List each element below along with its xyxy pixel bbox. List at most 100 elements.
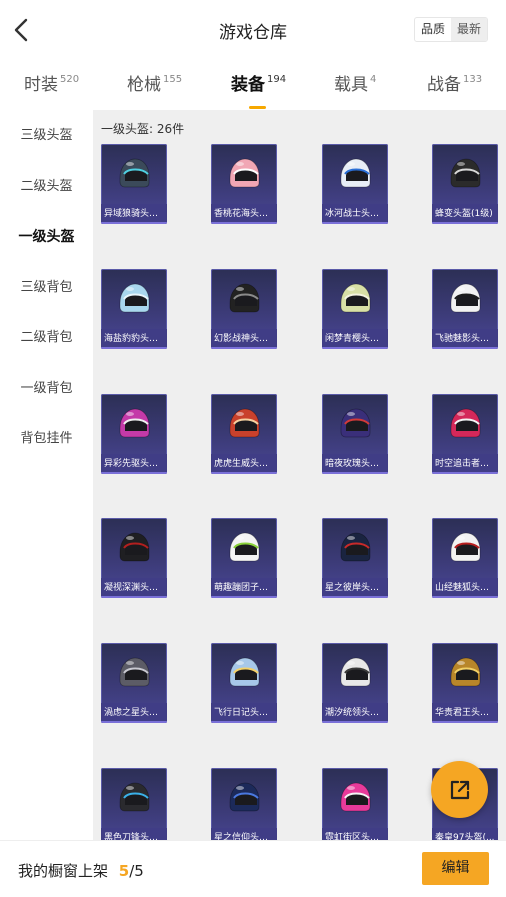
item-name: 萌趣蹦团子头... <box>211 578 277 598</box>
item-card[interactable]: 黑色刀锋头盔... <box>101 768 167 840</box>
item-card-accent <box>432 472 498 474</box>
sort-option-quality[interactable]: 品质 <box>415 18 451 41</box>
item-card[interactable]: 异彩先驱头盔... <box>101 394 167 474</box>
helmet-icon <box>119 158 150 188</box>
item-name: 霓虹街区头盔... <box>322 828 388 840</box>
item-card[interactable]: 飞行日记头盔... <box>211 643 277 723</box>
item-count-label: 一级头盔: 26件 <box>101 122 185 136</box>
helmet-icon <box>119 283 150 313</box>
item-name: 潮汐统领头盔... <box>322 703 388 723</box>
item-name: 海盐豹豹头盔... <box>101 329 167 349</box>
item-card[interactable]: 幻影战神头盔... <box>211 269 277 349</box>
edit-button[interactable]: 编辑 <box>422 852 489 885</box>
helmet-icon <box>340 158 371 188</box>
helmet-icon <box>450 657 481 687</box>
helmet-icon <box>340 657 371 687</box>
item-card[interactable]: 暗夜玫瑰头盔... <box>322 394 388 474</box>
top-bar: 游戏仓库 品质 最新 <box>0 0 506 60</box>
helmet-icon <box>119 782 150 812</box>
item-card-accent <box>211 596 277 598</box>
helmet-icon <box>229 283 260 313</box>
item-card[interactable]: 华贵君王头盔... <box>432 643 498 723</box>
item-card[interactable]: 萌趣蹦团子头... <box>211 518 277 598</box>
sidebar-item-helmet-lv1[interactable]: 一级头盔 <box>0 212 93 263</box>
item-name: 闲梦青樱头盔... <box>322 329 388 349</box>
item-name: 蜂变头盔(1级) <box>432 204 498 224</box>
item-card-accent <box>211 222 277 224</box>
item-card[interactable]: 香桃花海头盔... <box>211 144 277 224</box>
item-card-accent <box>101 721 167 723</box>
item-card[interactable]: 冰河战士头盔... <box>322 144 388 224</box>
item-card-accent <box>432 721 498 723</box>
showcase-bar: 我的橱窗上架 5/5 编辑 <box>0 840 506 897</box>
sidebar-item-backpack-lv2[interactable]: 二级背包 <box>0 313 93 364</box>
sidebar-item-backpack-lv3[interactable]: 三级背包 <box>0 263 93 314</box>
sidebar-item-backpack-lv1[interactable]: 一级背包 <box>0 364 93 415</box>
helmet-icon <box>229 532 260 562</box>
item-name: 华贵君王头盔... <box>432 703 498 723</box>
item-name: 暗夜玫瑰头盔... <box>322 454 388 474</box>
tab-guns[interactable]: 枪械 155 <box>127 70 182 95</box>
helmet-icon <box>119 657 150 687</box>
item-card[interactable]: 星之彼岸头盔... <box>322 518 388 598</box>
item-card-accent <box>432 596 498 598</box>
helmet-icon <box>229 657 260 687</box>
helmet-icon <box>119 408 150 438</box>
sidebar-item-helmet-lv3[interactable]: 三级头盔 <box>0 111 93 162</box>
helmet-icon <box>229 408 260 438</box>
item-card[interactable]: 山经魅狐头盔... <box>432 518 498 598</box>
helmet-icon <box>450 408 481 438</box>
helmet-icon <box>340 283 371 313</box>
item-card[interactable]: 星之信仰头盔... <box>211 768 277 840</box>
helmet-icon <box>119 532 150 562</box>
sort-toggle[interactable]: 品质 最新 <box>413 17 488 42</box>
item-card[interactable]: 闲梦青樱头盔... <box>322 269 388 349</box>
item-name: 山经魅狐头盔... <box>432 578 498 598</box>
tab-fashion[interactable]: 时装 520 <box>24 70 79 95</box>
item-card[interactable]: 蜂变头盔(1级) <box>432 144 498 224</box>
tab-equipment[interactable]: 装备 194 <box>231 70 286 109</box>
item-card[interactable]: 霓虹街区头盔... <box>322 768 388 840</box>
item-card-accent <box>211 347 277 349</box>
sort-option-newest[interactable]: 最新 <box>450 18 487 41</box>
tab-supplies[interactable]: 战备 133 <box>427 70 482 95</box>
item-card-accent <box>101 222 167 224</box>
item-card-accent <box>432 347 498 349</box>
sidebar-item-helmet-lv2[interactable]: 二级头盔 <box>0 162 93 213</box>
item-card-accent <box>101 596 167 598</box>
item-card-accent <box>101 472 167 474</box>
item-name: 香桃花海头盔... <box>211 204 277 224</box>
item-card[interactable]: 异域狼骑头盔... <box>101 144 167 224</box>
item-card[interactable]: 飞驰魅影头盔... <box>432 269 498 349</box>
showcase-label: 我的橱窗上架 <box>18 862 109 880</box>
tab-active-indicator <box>249 106 266 109</box>
item-card-accent <box>322 222 388 224</box>
item-card[interactable]: 时空追击者头... <box>432 394 498 474</box>
item-card[interactable]: 潮汐统领头盔... <box>322 643 388 723</box>
item-card-accent <box>322 721 388 723</box>
item-name: 冰河战士头盔... <box>322 204 388 224</box>
item-name: 星之信仰头盔... <box>211 828 277 840</box>
showcase-current-count: 5 <box>118 862 130 880</box>
helmet-icon <box>340 408 371 438</box>
helmet-icon <box>340 532 371 562</box>
item-card-accent <box>432 222 498 224</box>
item-grid-panel: 一级头盔: 26件 异域狼骑头盔... 香桃花海头盔... 冰河战士头盔... 蜂变头… <box>93 110 506 840</box>
external-link-icon <box>450 780 469 799</box>
item-card-accent <box>101 347 167 349</box>
sidebar-item-backpack-charm[interactable]: 背包挂件 <box>0 414 93 465</box>
item-name: 凝视深渊头盔... <box>101 578 167 598</box>
tab-vehicles[interactable]: 载具 4 <box>334 70 376 95</box>
item-name: 幻影战神头盔... <box>211 329 277 349</box>
item-name: 异域狼骑头盔... <box>101 204 167 224</box>
item-card[interactable]: 海盐豹豹头盔... <box>101 269 167 349</box>
item-card-accent <box>322 347 388 349</box>
item-card-accent <box>322 472 388 474</box>
share-button[interactable] <box>431 761 488 818</box>
item-card[interactable]: 渦虑之星头盔... <box>101 643 167 723</box>
item-name: 飞行日记头盔... <box>211 703 277 723</box>
item-card[interactable]: 凝视深渊头盔... <box>101 518 167 598</box>
item-card[interactable]: 虎虎生威头盔... <box>211 394 277 474</box>
showcase-status: 我的橱窗上架 5/5 <box>18 860 144 881</box>
item-name: 飞驰魅影头盔... <box>432 329 498 349</box>
